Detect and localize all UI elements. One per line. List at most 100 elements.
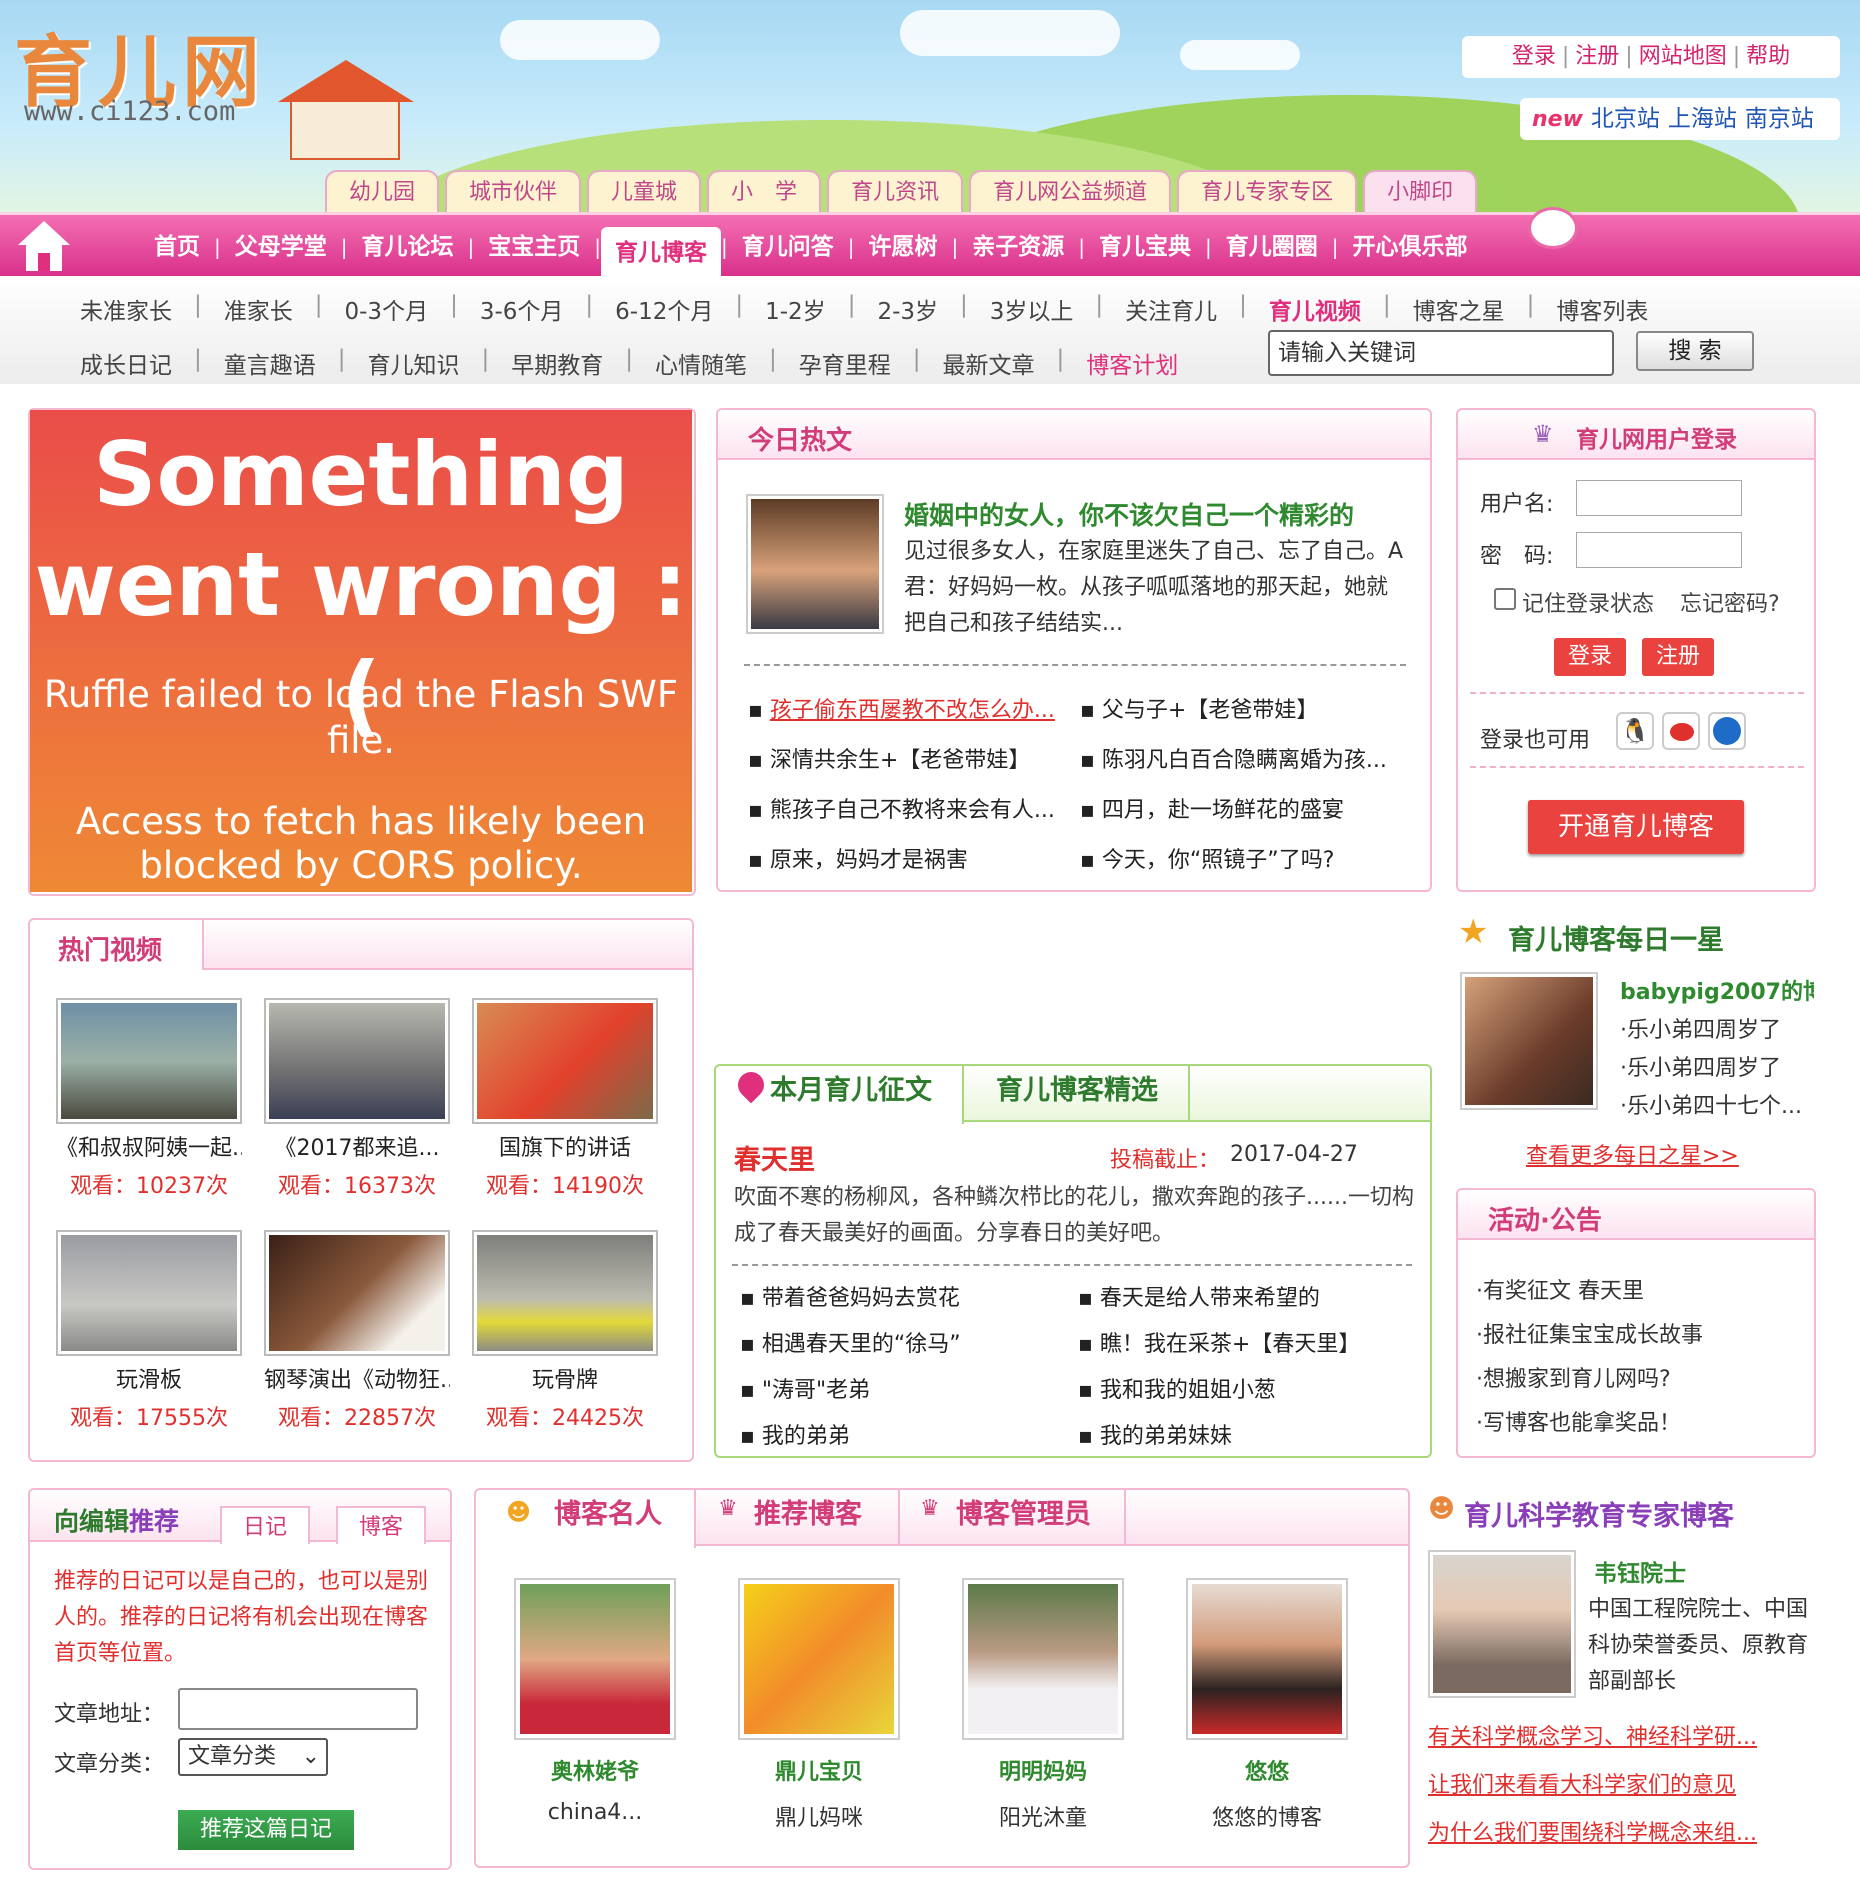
- register-link[interactable]: 注册: [1575, 44, 1619, 69]
- tab-blog-celebrities[interactable]: 博客名人: [554, 1490, 662, 1544]
- video-item[interactable]: 玩滑板 观看：17555次: [56, 1230, 242, 1432]
- notice-item[interactable]: ·有奖征文 春天里: [1476, 1270, 1703, 1314]
- blogger-card[interactable]: 悠悠 悠悠的博客: [1186, 1578, 1348, 1832]
- video-item[interactable]: 玩骨牌 观看：24425次: [472, 1230, 658, 1432]
- sitemap-link[interactable]: 网站地图: [1639, 44, 1727, 69]
- contest-topic[interactable]: 春天里: [734, 1138, 815, 1177]
- notice-item[interactable]: ·报社征集宝宝成长故事: [1476, 1314, 1703, 1358]
- hot-list-item[interactable]: ▪ 今天，你“照镜子”了吗?: [1080, 836, 1410, 886]
- blogger-card[interactable]: 鼎儿宝贝 鼎儿妈咪: [738, 1578, 900, 1832]
- star-post-item[interactable]: ·乐小弟四周岁了: [1620, 1012, 1802, 1050]
- tab-blog[interactable]: 博客: [336, 1506, 426, 1544]
- video-item[interactable]: 《2017都来追... 观看：16373次: [264, 998, 450, 1200]
- video-item[interactable]: 钢琴演出《动物狂... 观看：22857次: [264, 1230, 450, 1432]
- search-input[interactable]: 请输入关键词: [1268, 330, 1614, 376]
- nav-item-baby-home[interactable]: 宝宝主页: [474, 227, 594, 267]
- channel-tab[interactable]: 育儿资讯: [827, 170, 964, 214]
- qq-login-icon[interactable]: 🐧: [1616, 712, 1654, 750]
- subnav-link[interactable]: 最新文章: [943, 346, 1035, 380]
- city-link-beijing[interactable]: 北京站: [1591, 106, 1660, 132]
- contest-entry[interactable]: ▪ 相遇春天里的“徐马”: [740, 1322, 1070, 1368]
- subnav-link[interactable]: 准家长: [224, 292, 293, 326]
- renren-login-icon[interactable]: [1708, 712, 1746, 750]
- contest-entry[interactable]: ▪ 带着爸爸妈妈去赏花: [740, 1276, 1070, 1322]
- nav-item-qa[interactable]: 育儿问答: [728, 227, 848, 267]
- channel-tab[interactable]: 小 学: [707, 170, 822, 214]
- star-avatar[interactable]: [1460, 972, 1598, 1110]
- hot-list-item[interactable]: ▪ 父与子+【老爸带娃】: [1080, 686, 1410, 736]
- help-link[interactable]: 帮助: [1746, 44, 1790, 69]
- hot-list-item[interactable]: ▪ 深情共余生+【老爸带娃】: [748, 736, 1078, 786]
- star-blog-name[interactable]: babypig2007的博客: [1620, 974, 1814, 1006]
- article-address-input[interactable]: [178, 1688, 418, 1730]
- article-category-select[interactable]: 文章分类 ⌄: [178, 1738, 328, 1776]
- subnav-link[interactable]: 博客列表: [1556, 292, 1648, 326]
- login-link[interactable]: 登录: [1512, 44, 1556, 69]
- expert-article-link[interactable]: 有关科学概念学习、神经科学研...: [1428, 1714, 1757, 1762]
- forgot-password-link[interactable]: 忘记密码?: [1680, 586, 1780, 618]
- expert-article-link[interactable]: 让我们来看看大科学家们的意见: [1428, 1762, 1757, 1810]
- star-post-item[interactable]: ·乐小弟四十七个...: [1620, 1088, 1802, 1126]
- notice-item[interactable]: ·写博客也能拿奖品！: [1476, 1402, 1703, 1446]
- nav-item-resources[interactable]: 亲子资源: [958, 227, 1078, 267]
- subnav-link[interactable]: 心情随笔: [655, 346, 747, 380]
- subnav-link[interactable]: 博客之星: [1413, 292, 1505, 326]
- article-thumbnail[interactable]: [746, 494, 884, 634]
- channel-tab[interactable]: 幼儿园: [325, 170, 440, 214]
- weibo-login-icon[interactable]: [1662, 712, 1700, 750]
- expert-article-link[interactable]: 为什么我们要围绕科学概念来组...: [1428, 1810, 1757, 1858]
- hot-list-item[interactable]: ▪ 原来，妈妈才是祸害: [748, 836, 1078, 886]
- nav-item-home[interactable]: 首页: [140, 227, 214, 267]
- expert-photo[interactable]: [1428, 1550, 1576, 1698]
- search-button[interactable]: 搜 索: [1636, 331, 1754, 371]
- nav-item-parents-school[interactable]: 父母学堂: [221, 227, 341, 267]
- contest-entry[interactable]: ▪ 我的弟弟妹妹: [1078, 1414, 1418, 1460]
- username-input[interactable]: [1576, 480, 1742, 516]
- subnav-link[interactable]: 0-3个月: [345, 292, 429, 326]
- tab-monthly-contest[interactable]: 本月育儿征文: [770, 1066, 932, 1120]
- channel-tab[interactable]: 城市伙伴: [445, 170, 582, 214]
- tab-diary[interactable]: 日记: [220, 1506, 310, 1544]
- subnav-link[interactable]: 1-2岁: [765, 292, 826, 326]
- password-input[interactable]: [1576, 532, 1742, 568]
- channel-tab[interactable]: 育儿专家专区: [1177, 170, 1358, 214]
- notice-item[interactable]: ·想搬家到育儿网吗?: [1476, 1358, 1703, 1402]
- contest-entry[interactable]: ▪ "涛哥"老弟: [740, 1368, 1070, 1414]
- blogger-card[interactable]: 奥林姥爷 china4...: [514, 1578, 676, 1825]
- remember-checkbox[interactable]: [1494, 588, 1516, 610]
- subnav-link[interactable]: 早期教育: [511, 346, 603, 380]
- hot-list-item[interactable]: ▪ 陈羽凡白百合隐瞒离婚为孩...: [1080, 736, 1410, 786]
- subnav-link[interactable]: 关注育儿: [1125, 292, 1217, 326]
- contest-entry[interactable]: ▪ 瞧！我在采茶+【春天里】: [1078, 1322, 1418, 1368]
- register-button[interactable]: 注册: [1642, 638, 1714, 676]
- nav-item-handbook[interactable]: 育儿宝典: [1085, 227, 1205, 267]
- hot-list-item[interactable]: ▪ 四月，赴一场鲜花的盛宴: [1080, 786, 1410, 836]
- contest-entry[interactable]: ▪ 我和我的姐姐小葱: [1078, 1368, 1418, 1414]
- contest-entry[interactable]: ▪ 我的弟弟: [740, 1414, 1070, 1460]
- nav-item-forum[interactable]: 育儿论坛: [348, 227, 468, 267]
- nav-item-club[interactable]: 开心俱乐部: [1339, 227, 1482, 267]
- subnav-link[interactable]: 成长日记: [80, 346, 172, 380]
- nav-item-wish-tree[interactable]: 许愿树: [855, 227, 952, 267]
- more-stars-link[interactable]: 查看更多每日之星>>: [1526, 1138, 1739, 1170]
- city-link-shanghai[interactable]: 上海站: [1668, 106, 1737, 132]
- subnav-link[interactable]: 6-12个月: [615, 292, 713, 326]
- video-item[interactable]: 国旗下的讲话 观看：14190次: [472, 998, 658, 1200]
- tab-blog-admins[interactable]: 博客管理员: [956, 1490, 1091, 1544]
- headline-link[interactable]: 婚姻中的女人，你不该欠自己一个精彩的: [904, 496, 1404, 532]
- subnav-link[interactable]: 3岁以上: [990, 292, 1074, 326]
- hot-list-item[interactable]: ▪ 熊孩子自己不教将来会有人...: [748, 786, 1078, 836]
- blogger-card[interactable]: 明明妈妈 阳光沐童: [962, 1578, 1124, 1832]
- nav-item-circles[interactable]: 育儿圈圈: [1212, 227, 1332, 267]
- tab-selected-blogs[interactable]: 育儿博客精选: [996, 1066, 1158, 1120]
- contest-entry[interactable]: ▪ 春天是给人带来希望的: [1078, 1276, 1418, 1322]
- channel-tab[interactable]: 小脚印: [1363, 170, 1478, 214]
- subnav-link[interactable]: 博客计划: [1086, 346, 1178, 380]
- subnav-link[interactable]: 3-6个月: [480, 292, 564, 326]
- nav-item-blog[interactable]: 育儿博客: [601, 227, 721, 279]
- login-button[interactable]: 登录: [1554, 638, 1626, 676]
- subnav-link[interactable]: 2-3岁: [877, 292, 938, 326]
- subnav-link[interactable]: 孕育里程: [799, 346, 891, 380]
- subnav-link-active[interactable]: 育儿视频: [1269, 292, 1361, 326]
- recommend-submit-button[interactable]: 推荐这篇日记: [178, 1810, 354, 1850]
